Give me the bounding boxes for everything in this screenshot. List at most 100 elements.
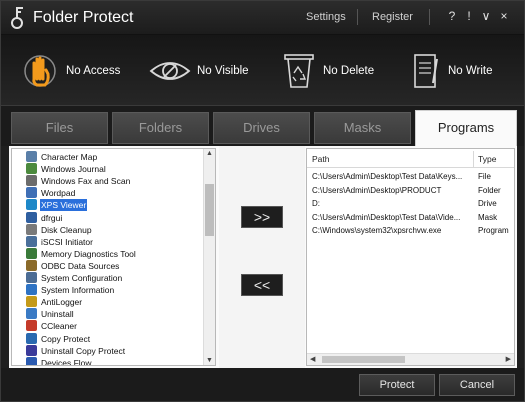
- tab-folders[interactable]: Folders: [112, 112, 209, 144]
- key-logo-icon: [11, 7, 23, 29]
- mode-no-write[interactable]: No Write: [409, 49, 519, 93]
- path-cell: C:\Users\Admin\Desktop\Test Data\Keys...: [312, 172, 463, 181]
- mode-label: No Access: [66, 65, 121, 77]
- table-horizontal-scrollbar[interactable]: ◀ ▶: [307, 353, 514, 365]
- add-program-button[interactable]: >>: [241, 206, 283, 228]
- type-cell: Drive: [478, 199, 497, 208]
- column-header-path[interactable]: Path: [312, 154, 330, 164]
- list-item-label: Copy Protect: [41, 333, 91, 344]
- remove-program-button[interactable]: <<: [241, 274, 283, 296]
- tab-strip: Files Folders Drives Masks Programs: [1, 106, 524, 147]
- list-item-label: Uninstall Copy Protect: [41, 345, 126, 356]
- tab-files[interactable]: Files: [11, 112, 108, 144]
- tab-masks[interactable]: Masks: [314, 112, 411, 144]
- hand-stop-icon: [24, 55, 56, 87]
- protect-button[interactable]: Protect: [359, 374, 435, 396]
- register-link[interactable]: Register: [372, 11, 413, 23]
- list-item-label: System Configuration: [41, 273, 123, 283]
- column-header-type[interactable]: Type: [478, 154, 496, 164]
- mode-no-delete[interactable]: No Delete: [281, 49, 391, 93]
- eye-hidden-icon: [149, 62, 191, 80]
- devices-flow-icon: [26, 356, 37, 365]
- list-item-label: Memory Diagnostics Tool: [41, 248, 136, 259]
- table-row[interactable]: D: Drive: [307, 198, 514, 210]
- minimize-button[interactable]: ∨: [479, 9, 493, 23]
- transfer-controls: >> <<: [219, 146, 305, 368]
- list-item-label: CCleaner: [41, 321, 77, 332]
- table-row[interactable]: C:\Users\Admin\Desktop\Test Data\Keys...…: [307, 171, 514, 183]
- protected-items-table: Path Type C:\Users\Admin\Desktop\Test Da…: [306, 148, 515, 366]
- iscsi-icon: [26, 235, 37, 247]
- tab-drives[interactable]: Drives: [213, 112, 310, 144]
- recycle-bin-icon: [284, 54, 314, 88]
- mode-no-visible[interactable]: No Visible: [149, 49, 259, 93]
- journal-icon: [26, 163, 37, 175]
- list-item-label: Wordpad: [41, 188, 76, 199]
- path-cell: D:: [312, 199, 320, 208]
- notepad-icon: [414, 54, 438, 88]
- list-item-label: Devices Flow: [41, 357, 92, 366]
- odbc-icon: [26, 259, 37, 271]
- scroll-right-icon[interactable]: ▶: [506, 355, 511, 363]
- table-row[interactable]: C:\Users\Admin\Desktop\Test Data\Vide...…: [307, 212, 514, 224]
- action-bar: Protect Cancel: [1, 368, 524, 401]
- antilogger-icon: [26, 296, 37, 308]
- list-item-label: XPS Viewer: [40, 199, 88, 212]
- column-separator[interactable]: [473, 151, 474, 167]
- path-cell: C:\Windows\system32\xpsrchvw.exe: [312, 226, 442, 235]
- mode-label: No Write: [448, 65, 493, 77]
- about-button[interactable]: !: [462, 9, 476, 23]
- list-item-label: dfrgui: [41, 212, 63, 223]
- wordpad-icon: [26, 187, 37, 199]
- mode-label: No Visible: [197, 65, 249, 77]
- charmap-icon: [26, 151, 37, 162]
- header-divider: [307, 167, 514, 168]
- path-cell: C:\Users\Admin\Desktop\PRODUCT: [312, 185, 442, 195]
- list-item-label: Uninstall: [41, 309, 74, 320]
- scroll-left-icon[interactable]: ◀: [310, 355, 315, 363]
- scroll-thumb[interactable]: [205, 184, 214, 236]
- list-item-label: Windows Fax and Scan: [41, 176, 131, 187]
- list-item-label: Character Map: [41, 152, 98, 162]
- uninstall-icon: [26, 308, 37, 320]
- table-row[interactable]: C:\Windows\system32\xpsrchvw.exe Program: [307, 225, 514, 237]
- list-item-label: AntiLogger: [41, 297, 83, 308]
- help-button[interactable]: ?: [445, 9, 459, 23]
- list-item-label: iSCSI Initiator: [41, 236, 93, 247]
- type-cell: Folder: [478, 185, 501, 195]
- settings-link[interactable]: Settings: [306, 11, 346, 23]
- mode-no-access[interactable]: No Access: [23, 49, 133, 93]
- uninstall-copy-protect-icon: [26, 344, 37, 356]
- app-title: Folder Protect: [33, 9, 134, 26]
- list-item-label: ODBC Data Sources: [41, 260, 120, 271]
- type-cell: Program: [478, 226, 509, 235]
- type-cell: File: [478, 172, 491, 181]
- list-item-label: Disk Cleanup: [41, 224, 92, 235]
- program-list[interactable]: Character Map Windows Journal Windows Fax …: [11, 148, 216, 366]
- title-separator: [357, 9, 358, 25]
- table-row[interactable]: C:\Users\Admin\Desktop\PRODUCT Folder: [307, 185, 514, 197]
- list-scrollbar[interactable]: ▲ ▼: [203, 149, 215, 365]
- protection-mode-bar: No Access No Visible No Delete No Write: [1, 34, 524, 106]
- scroll-down-icon[interactable]: ▼: [204, 357, 215, 364]
- title-bar: Folder Protect Settings Register ? ! ∨ ×: [1, 1, 524, 34]
- defrag-icon: [26, 211, 37, 223]
- sysinfo-icon: [26, 284, 37, 296]
- app-window: Folder Protect Settings Register ? ! ∨ ×…: [0, 0, 525, 402]
- memory-icon: [26, 247, 37, 259]
- tab-programs[interactable]: Programs: [415, 110, 517, 147]
- disk-cleanup-icon: [26, 223, 37, 235]
- xps-icon: [26, 199, 37, 211]
- programs-panel: Character Map Windows Journal Windows Fax …: [9, 146, 517, 368]
- msconfig-icon: [26, 272, 37, 283]
- fax-icon: [26, 175, 37, 187]
- title-separator: [429, 9, 430, 25]
- path-cell: C:\Users\Admin\Desktop\Test Data\Vide...: [312, 212, 461, 222]
- scroll-thumb[interactable]: [322, 356, 405, 363]
- copy-protect-icon: [26, 332, 37, 344]
- cancel-button[interactable]: Cancel: [439, 374, 515, 396]
- close-button[interactable]: ×: [497, 9, 511, 23]
- mode-label: No Delete: [323, 65, 375, 77]
- scroll-up-icon[interactable]: ▲: [204, 150, 215, 157]
- type-cell: Mask: [478, 212, 498, 222]
